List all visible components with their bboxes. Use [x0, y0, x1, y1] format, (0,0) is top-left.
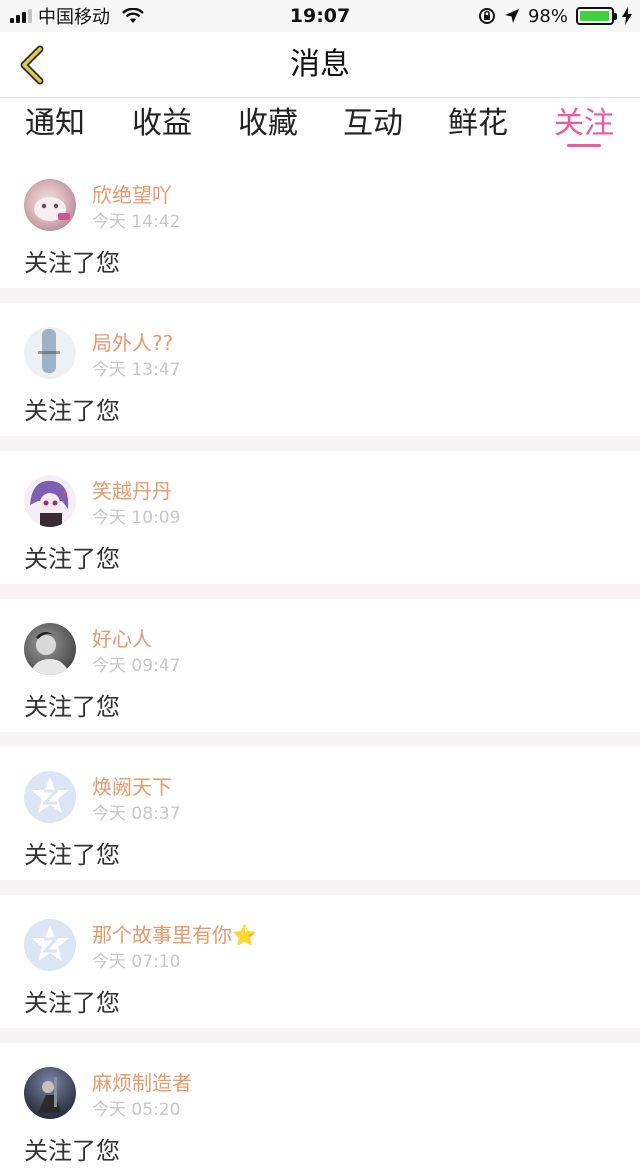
tab-label: 通知 — [25, 106, 85, 141]
tab-bar: 通知 收益 收藏 互动 鲜花 关注 — [0, 99, 640, 155]
tab-label: 鲜花 — [448, 106, 508, 141]
avatar[interactable] — [24, 623, 76, 675]
divider — [0, 584, 640, 599]
tab-label: 收藏 — [238, 106, 298, 141]
tab-label: 收益 — [132, 106, 192, 141]
avatar[interactable] — [24, 771, 76, 823]
list-item[interactable]: 笑越丹丹 今天 10:09 关注了您 — [0, 451, 640, 584]
message-text: 关注了您 — [24, 989, 120, 1017]
avatar[interactable] — [24, 1067, 76, 1119]
divider — [0, 880, 640, 895]
list-item[interactable]: 欣绝望吖 今天 14:42 关注了您 — [0, 155, 640, 288]
timestamp: 今天 10:09 — [92, 508, 181, 528]
avatar[interactable] — [24, 179, 76, 231]
cat-photo-icon — [34, 197, 70, 221]
tab-label: 互动 — [343, 106, 403, 141]
message-text: 关注了您 — [24, 841, 120, 869]
timestamp: 今天 14:42 — [92, 212, 181, 232]
location-arrow-icon — [504, 9, 519, 23]
battery-percent: 98% — [527, 5, 568, 27]
tab-notify[interactable]: 通知 — [23, 99, 87, 155]
list-item[interactable]: 好心人 今天 09:47 关注了您 — [0, 599, 640, 732]
message-text: 关注了您 — [24, 249, 120, 277]
person-photo-icon — [38, 329, 60, 373]
timestamp: 今天 07:10 — [92, 952, 181, 972]
battery-icon — [576, 7, 617, 25]
timestamp: 今天 08:37 — [92, 804, 181, 824]
tab-flowers[interactable]: 鲜花 — [446, 99, 510, 155]
list-item[interactable]: 那个故事里有你⭐ 今天 07:10 关注了您 — [0, 895, 640, 1028]
divider — [0, 732, 640, 747]
avatar[interactable] — [24, 475, 76, 527]
tab-earnings[interactable]: 收益 — [130, 99, 194, 155]
nav-bar: 消息 — [0, 32, 640, 98]
default-star-avatar-icon — [31, 925, 69, 961]
orientation-lock-icon — [478, 8, 495, 24]
username[interactable]: 好心人 — [92, 623, 152, 652]
default-star-avatar-icon — [31, 777, 69, 813]
timestamp: 今天 05:20 — [92, 1100, 181, 1120]
follow-notification-list: 欣绝望吖 今天 14:42 关注了您 局外人?? 今天 13:47 关注了您 笑… — [0, 155, 640, 1176]
message-text: 关注了您 — [24, 545, 120, 573]
avatar[interactable] — [24, 327, 76, 379]
page-title: 消息 — [290, 47, 350, 82]
username[interactable]: 那个故事里有你⭐ — [92, 919, 257, 948]
list-item[interactable]: 局外人?? 今天 13:47 关注了您 — [0, 303, 640, 436]
message-text: 关注了您 — [24, 397, 120, 425]
message-text: 关注了您 — [24, 693, 120, 721]
list-item[interactable]: 麻烦制造者 今天 05:20 关注了您 — [0, 1043, 640, 1176]
username[interactable]: 麻烦制造者 — [92, 1067, 192, 1096]
username[interactable]: 局外人?? — [92, 327, 173, 356]
status-right: 98% — [478, 0, 632, 32]
person-photo-icon — [38, 1077, 62, 1113]
active-tab-indicator — [567, 144, 601, 147]
list-item[interactable]: 焕阙天下 今天 08:37 关注了您 — [0, 747, 640, 880]
divider — [0, 1028, 640, 1043]
avatar[interactable] — [24, 919, 76, 971]
tab-interaction[interactable]: 互动 — [341, 99, 405, 155]
username[interactable]: 笑越丹丹 — [92, 475, 172, 504]
battery-fill — [580, 11, 610, 21]
charging-bolt-icon — [622, 7, 632, 25]
tab-label: 关注 — [554, 106, 614, 141]
tab-follow[interactable]: 关注 — [552, 99, 616, 155]
timestamp: 今天 13:47 — [92, 360, 181, 380]
divider — [0, 288, 640, 303]
message-text: 关注了您 — [24, 1137, 120, 1165]
username[interactable]: 欣绝望吖 — [92, 179, 172, 208]
status-bar: 中国移动 19:07 98% — [0, 0, 640, 32]
anime-girl-icon — [30, 480, 69, 527]
divider — [0, 436, 640, 451]
tab-favorites[interactable]: 收藏 — [236, 99, 300, 155]
person-photo-icon — [30, 632, 70, 675]
timestamp: 今天 09:47 — [92, 656, 181, 676]
username[interactable]: 焕阙天下 — [92, 771, 172, 800]
